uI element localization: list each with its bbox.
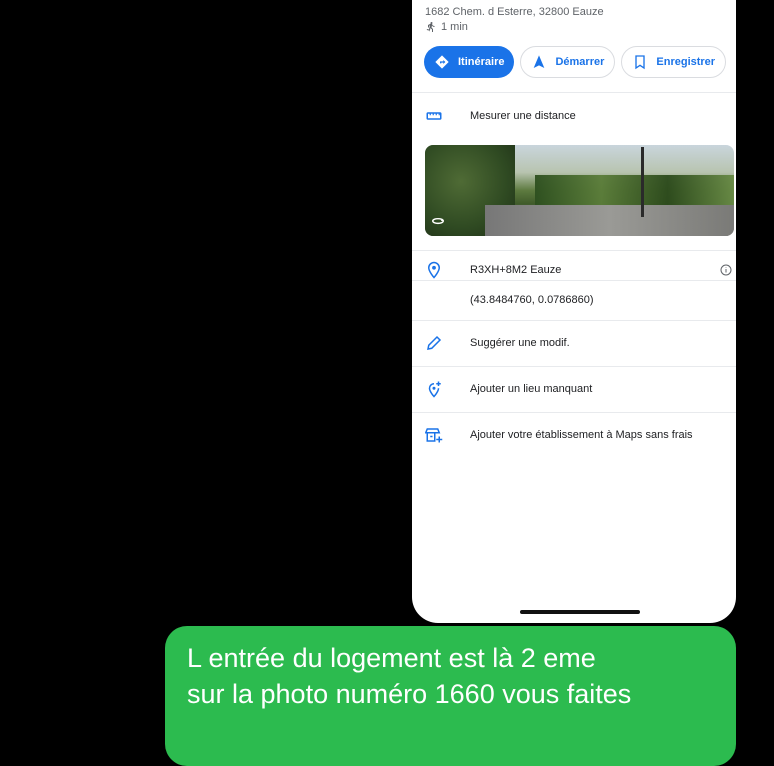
- plus-code-label: R3XH+8M2 Eauze: [470, 264, 562, 276]
- street-view-rotate-icon: [432, 217, 444, 225]
- save-label: Enregistrer: [656, 56, 716, 68]
- start-button[interactable]: Démarrer: [520, 46, 616, 78]
- add-business-label: Ajouter votre établissement à Maps sans …: [470, 429, 693, 441]
- walking-icon: [426, 22, 435, 32]
- add-business-row[interactable]: Ajouter votre établissement à Maps sans …: [412, 412, 736, 458]
- suggest-edit-row[interactable]: Suggérer une modif.: [412, 320, 736, 366]
- message-line: sur la photo numéro 1660 vous faites: [187, 679, 632, 709]
- home-indicator[interactable]: [520, 610, 640, 614]
- divider: [412, 92, 736, 93]
- info-icon[interactable]: [720, 264, 732, 276]
- measure-distance-label: Mesurer une distance: [470, 110, 576, 122]
- coordinates-row[interactable]: (43.8484760, 0.0786860): [412, 280, 736, 320]
- photo-hedge: [535, 175, 734, 209]
- navigation-arrow-icon: [534, 55, 545, 68]
- add-missing-place-label: Ajouter un lieu manquant: [470, 383, 593, 395]
- message-bubble[interactable]: L entrée du logement est là 2 eme sur la…: [165, 626, 736, 766]
- pencil-icon: [425, 334, 443, 352]
- start-label: Démarrer: [555, 56, 605, 68]
- action-buttons: Itinéraire Démarrer Enregistrer: [424, 46, 727, 78]
- message-line: L entrée du logement est là 2 eme: [187, 643, 596, 673]
- photo-road: [485, 205, 734, 236]
- directions-label: Itinéraire: [458, 56, 505, 68]
- coordinates-label: (43.8484760, 0.0786860): [470, 294, 594, 306]
- directions-icon: [435, 55, 449, 69]
- save-button[interactable]: Enregistrer: [621, 46, 727, 78]
- directions-button[interactable]: Itinéraire: [424, 46, 515, 78]
- place-address: 1682 Chem. d Esterre, 32800 Eauze: [425, 6, 604, 18]
- walk-time-label: 1 min: [441, 21, 468, 33]
- photo-pole: [641, 147, 644, 217]
- street-view-photo[interactable]: [425, 145, 734, 236]
- maps-place-panel: 1682 Chem. d Esterre, 32800 Eauze 1 min …: [412, 0, 736, 623]
- bookmark-icon: [635, 55, 646, 70]
- ruler-icon: [425, 107, 443, 125]
- add-missing-place-row[interactable]: Ajouter un lieu manquant: [412, 366, 736, 412]
- suggest-edit-label: Suggérer une modif.: [470, 337, 570, 349]
- measure-distance-row[interactable]: Mesurer une distance: [412, 106, 736, 126]
- walk-time: 1 min: [425, 21, 468, 33]
- location-pin-icon: [425, 261, 443, 279]
- add-business-icon: [425, 426, 443, 444]
- add-location-icon: [425, 380, 443, 398]
